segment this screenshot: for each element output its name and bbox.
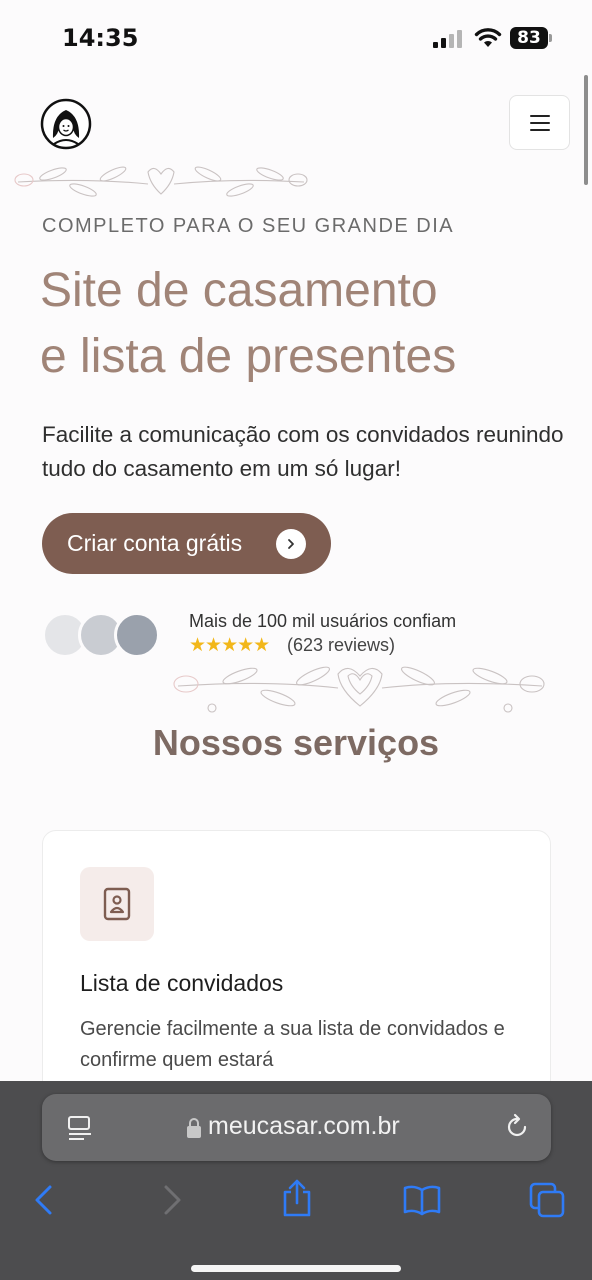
wifi-icon: [474, 28, 502, 47]
service-card-icon-box: [80, 867, 154, 941]
page-menu-icon[interactable]: [66, 1114, 94, 1142]
create-account-label: Criar conta grátis: [67, 530, 243, 556]
hero-title-line1: Site de casamento: [40, 264, 438, 317]
battery-nub: [549, 34, 552, 42]
status-time: 14:35: [62, 24, 139, 52]
users-trust-text: Mais de 100 mil usuários confiam: [189, 611, 457, 631]
hero-title-line2: e lista de presentes: [40, 330, 457, 383]
avatar: [114, 612, 160, 658]
chevron-right-icon: [276, 529, 306, 559]
forward-icon[interactable]: [160, 1184, 186, 1216]
menu-button[interactable]: [509, 95, 570, 150]
floral-divider-icon: [14, 166, 308, 197]
hero-title: Site de casamento e lista de presentes: [40, 258, 570, 390]
share-icon[interactable]: [280, 1178, 314, 1218]
hamburger-icon: [529, 114, 550, 131]
floral-divider-icon: [173, 666, 545, 713]
reviews-count: (623 reviews): [287, 635, 396, 655]
battery-indicator: 83: [510, 27, 548, 49]
rating-stars-icon: ★★★★★: [189, 635, 270, 656]
hero-subtitle: Facilite a comunicação com os convidados…: [42, 422, 564, 481]
page-scrollbar[interactable]: [584, 75, 588, 185]
hero-eyebrow: COMPLETO PARA O SEU GRANDE DIA: [42, 215, 455, 237]
bride-avatar-icon: [40, 98, 92, 150]
service-card-description: Gerencie facilmente a sua lista de convi…: [80, 1018, 505, 1071]
service-card-title: Lista de convidados: [80, 970, 284, 996]
reload-icon[interactable]: [503, 1113, 531, 1141]
create-account-button[interactable]: Criar conta grátis: [42, 513, 331, 574]
status-bar: 14:35 83: [0, 0, 592, 70]
contact-book-icon: [103, 887, 131, 921]
lock-icon: [187, 1118, 201, 1138]
cellular-signal-icon: [433, 30, 462, 48]
url-text[interactable]: meucasar.com.br: [208, 1112, 400, 1141]
bookmarks-icon[interactable]: [402, 1184, 442, 1216]
home-indicator[interactable]: [191, 1265, 401, 1272]
tabs-icon[interactable]: [528, 1181, 566, 1219]
back-icon[interactable]: [30, 1184, 56, 1216]
site-logo[interactable]: [40, 98, 92, 150]
services-title: Nossos serviços: [152, 722, 440, 763]
